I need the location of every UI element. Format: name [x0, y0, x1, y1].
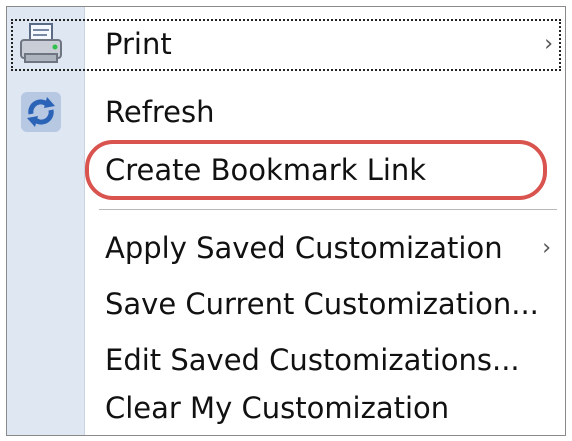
menu-item-print[interactable]: Print ›	[7, 15, 565, 73]
highlight-annotation	[85, 140, 547, 200]
context-menu: Print › Refresh Create Bookmark Link App…	[6, 6, 566, 436]
menu-item-label: Print	[105, 27, 172, 61]
menu-item-clear-my-customization[interactable]: Clear My Customization	[7, 379, 565, 437]
menu-item-label: Apply Saved Customization	[105, 231, 503, 265]
chevron-right-icon: ›	[544, 31, 553, 57]
menu-item-label: Edit Saved Customizations...	[105, 343, 520, 377]
focus-outline	[11, 19, 561, 71]
menu-item-label: Refresh	[105, 95, 215, 129]
screen: Print › Refresh Create Bookmark Link App…	[0, 0, 572, 441]
menu-item-label: Save Current Customization...	[105, 287, 539, 321]
chevron-right-icon: ›	[542, 235, 551, 261]
menu-item-label: Clear My Customization	[105, 391, 450, 425]
menu-separator	[99, 209, 557, 210]
menu-item-apply-saved-customization[interactable]: Apply Saved Customization ›	[7, 219, 565, 277]
menu-item-save-current-customization[interactable]: Save Current Customization...	[7, 275, 565, 333]
refresh-icon	[21, 92, 61, 132]
menu-item-refresh[interactable]: Refresh	[7, 83, 565, 141]
printer-icon	[20, 23, 62, 63]
